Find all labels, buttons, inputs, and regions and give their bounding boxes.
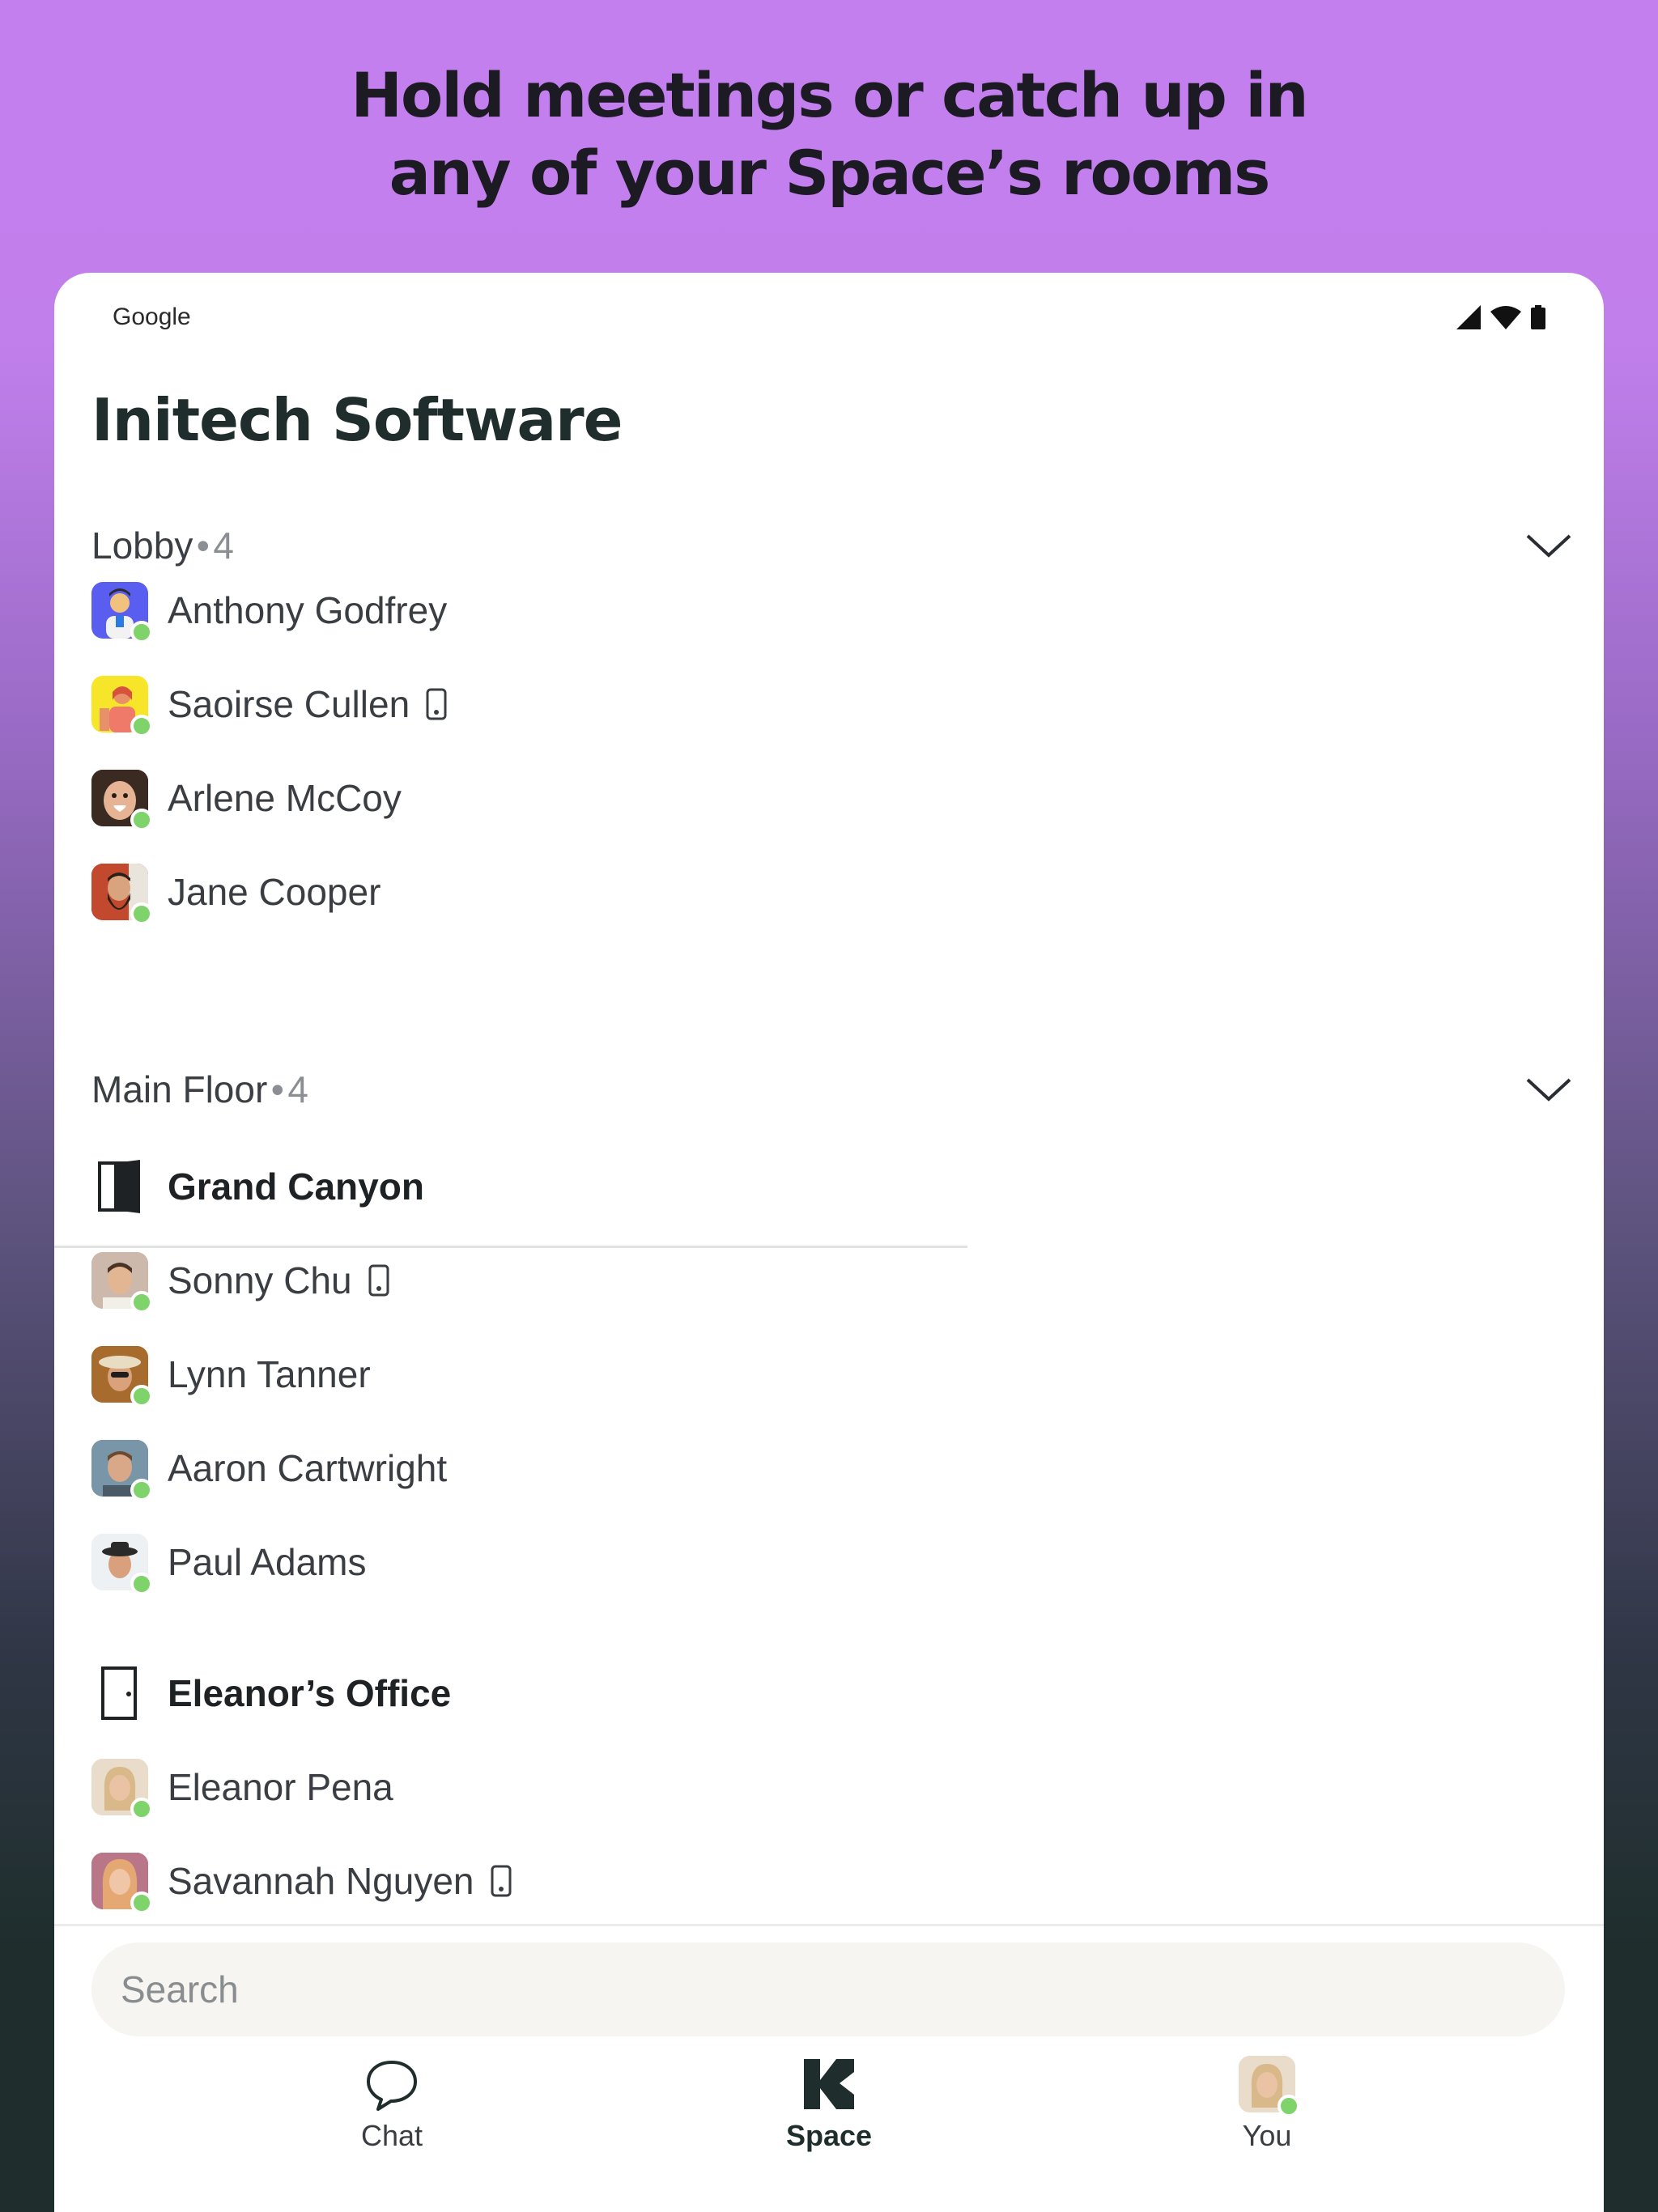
- avatar: [91, 1346, 153, 1407]
- wifi-icon: [1490, 306, 1521, 329]
- mobile-phone-icon: [491, 1865, 512, 1897]
- section-divider: [54, 1246, 967, 1248]
- search-input[interactable]: [91, 1942, 1565, 2036]
- avatar: [91, 770, 153, 831]
- space-title: Initech Software: [91, 386, 623, 454]
- main-floor-separator: •: [270, 1068, 284, 1110]
- room-name: Eleanor’s Office: [168, 1672, 452, 1714]
- online-indicator: [130, 715, 153, 737]
- online-indicator: [130, 1573, 153, 1595]
- status-bar: Google: [54, 273, 1604, 362]
- online-indicator: [130, 1798, 153, 1820]
- online-indicator: [130, 1385, 153, 1407]
- member-row-anthony-godfrey[interactable]: Anthony Godfrey: [91, 582, 448, 643]
- device-screen: Google Initech Software Lobby • 4 Anthon…: [54, 273, 1604, 2212]
- battery-icon: [1531, 305, 1545, 329]
- member-name: Anthony Godfrey: [168, 589, 448, 631]
- member-name: Arlene McCoy: [168, 777, 402, 819]
- avatar: [91, 1534, 153, 1595]
- online-indicator: [1278, 2095, 1300, 2117]
- mobile-phone-icon: [426, 688, 447, 720]
- lobby-separator: •: [196, 524, 210, 567]
- online-indicator: [130, 809, 153, 831]
- online-indicator: [130, 621, 153, 643]
- avatar: [91, 676, 153, 737]
- avatar: [91, 1440, 153, 1501]
- closed-door-icon: [101, 1666, 137, 1720]
- room-name: Grand Canyon: [168, 1165, 424, 1208]
- member-row-aaron-cartwright[interactable]: Aaron Cartwright: [91, 1440, 448, 1501]
- member-row-saoirse-cullen[interactable]: Saoirse Cullen: [91, 676, 447, 737]
- nav-tab-you[interactable]: You: [1186, 2056, 1348, 2153]
- member-name: Paul Adams: [168, 1541, 367, 1583]
- lobby-section-header[interactable]: Lobby • 4: [91, 517, 1573, 574]
- main-floor-count: 4: [287, 1068, 308, 1110]
- nav-label-you: You: [1242, 2119, 1292, 2152]
- member-name: Aaron Cartwright: [168, 1447, 448, 1489]
- member-name: Sonny Chu: [168, 1259, 352, 1301]
- bottom-bar: Chat Space You: [54, 1924, 1604, 2212]
- room-row-grand-canyon[interactable]: Grand Canyon: [91, 1158, 424, 1215]
- main-floor-section-header[interactable]: Main Floor • 4: [91, 1061, 1573, 1118]
- nav-label-chat: Chat: [360, 2119, 423, 2152]
- avatar: [91, 582, 153, 643]
- chevron-down-icon[interactable]: [1524, 1073, 1573, 1106]
- chevron-down-icon[interactable]: [1524, 529, 1573, 562]
- member-row-savannah-nguyen[interactable]: Savannah Nguyen: [91, 1853, 512, 1914]
- headline-line-1: Hold meetings or catch up in: [351, 59, 1308, 131]
- member-row-paul-adams[interactable]: Paul Adams: [91, 1534, 367, 1595]
- nav-tab-chat[interactable]: Chat: [311, 2056, 473, 2153]
- user-avatar: [1239, 2056, 1300, 2117]
- member-name: Saoirse Cullen: [168, 683, 410, 725]
- status-icons: [1456, 305, 1545, 329]
- member-name: Eleanor Pena: [168, 1766, 393, 1808]
- nav-tab-space[interactable]: Space: [748, 2056, 910, 2153]
- headline-line-2: any of your Space’s rooms: [389, 137, 1271, 209]
- nav-label-space: Space: [785, 2119, 873, 2152]
- lobby-count: 4: [213, 524, 234, 567]
- chat-bubble-icon: [367, 2061, 417, 2111]
- member-name: Savannah Nguyen: [168, 1860, 474, 1902]
- mobile-phone-icon: [368, 1264, 389, 1297]
- avatar: [91, 1252, 153, 1314]
- avatar: [91, 1759, 153, 1820]
- member-row-eleanor-pena[interactable]: Eleanor Pena: [91, 1759, 393, 1820]
- avatar: [91, 864, 153, 925]
- member-row-jane-cooper[interactable]: Jane Cooper: [91, 864, 381, 925]
- member-row-arlene-mccoy[interactable]: Arlene McCoy: [91, 770, 402, 831]
- lobby-title: Lobby: [91, 524, 193, 567]
- open-door-icon: [98, 1160, 140, 1213]
- space-logo-icon: [804, 2059, 854, 2109]
- member-name: Jane Cooper: [168, 871, 381, 913]
- member-row-lynn-tanner[interactable]: Lynn Tanner: [91, 1346, 371, 1407]
- member-name: Lynn Tanner: [168, 1353, 371, 1395]
- main-floor-title: Main Floor: [91, 1068, 268, 1110]
- avatar: [91, 1853, 153, 1914]
- signal-icon: [1456, 305, 1481, 329]
- room-row-eleanors-office[interactable]: Eleanor’s Office: [91, 1665, 451, 1722]
- online-indicator: [130, 1479, 153, 1501]
- promo-headline: Hold meetings or catch up in any of your…: [0, 57, 1658, 212]
- online-indicator: [130, 902, 153, 925]
- online-indicator: [130, 1291, 153, 1314]
- member-row-sonny-chu[interactable]: Sonny Chu: [91, 1252, 389, 1314]
- online-indicator: [130, 1891, 153, 1914]
- carrier-label: Google: [113, 304, 191, 330]
